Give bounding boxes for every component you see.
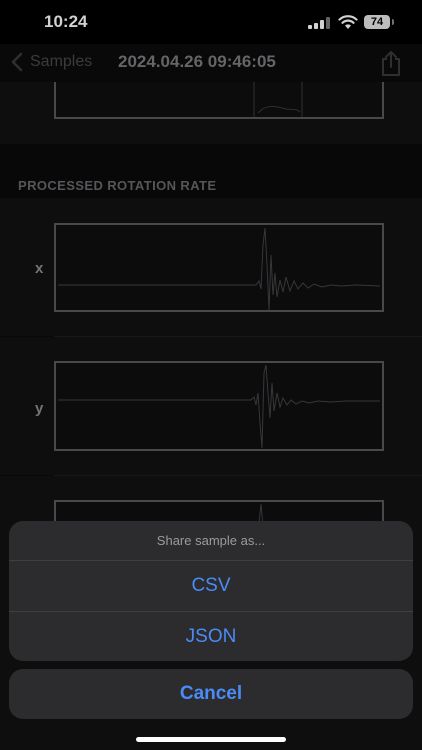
action-sheet: Share sample as... CSV JSON: [9, 521, 413, 661]
cancel-button[interactable]: Cancel: [9, 669, 413, 719]
home-indicator: [136, 737, 286, 742]
action-sheet-title: Share sample as...: [156, 533, 266, 548]
share-csv-button[interactable]: CSV: [9, 561, 413, 611]
share-json-button[interactable]: JSON: [9, 612, 413, 661]
